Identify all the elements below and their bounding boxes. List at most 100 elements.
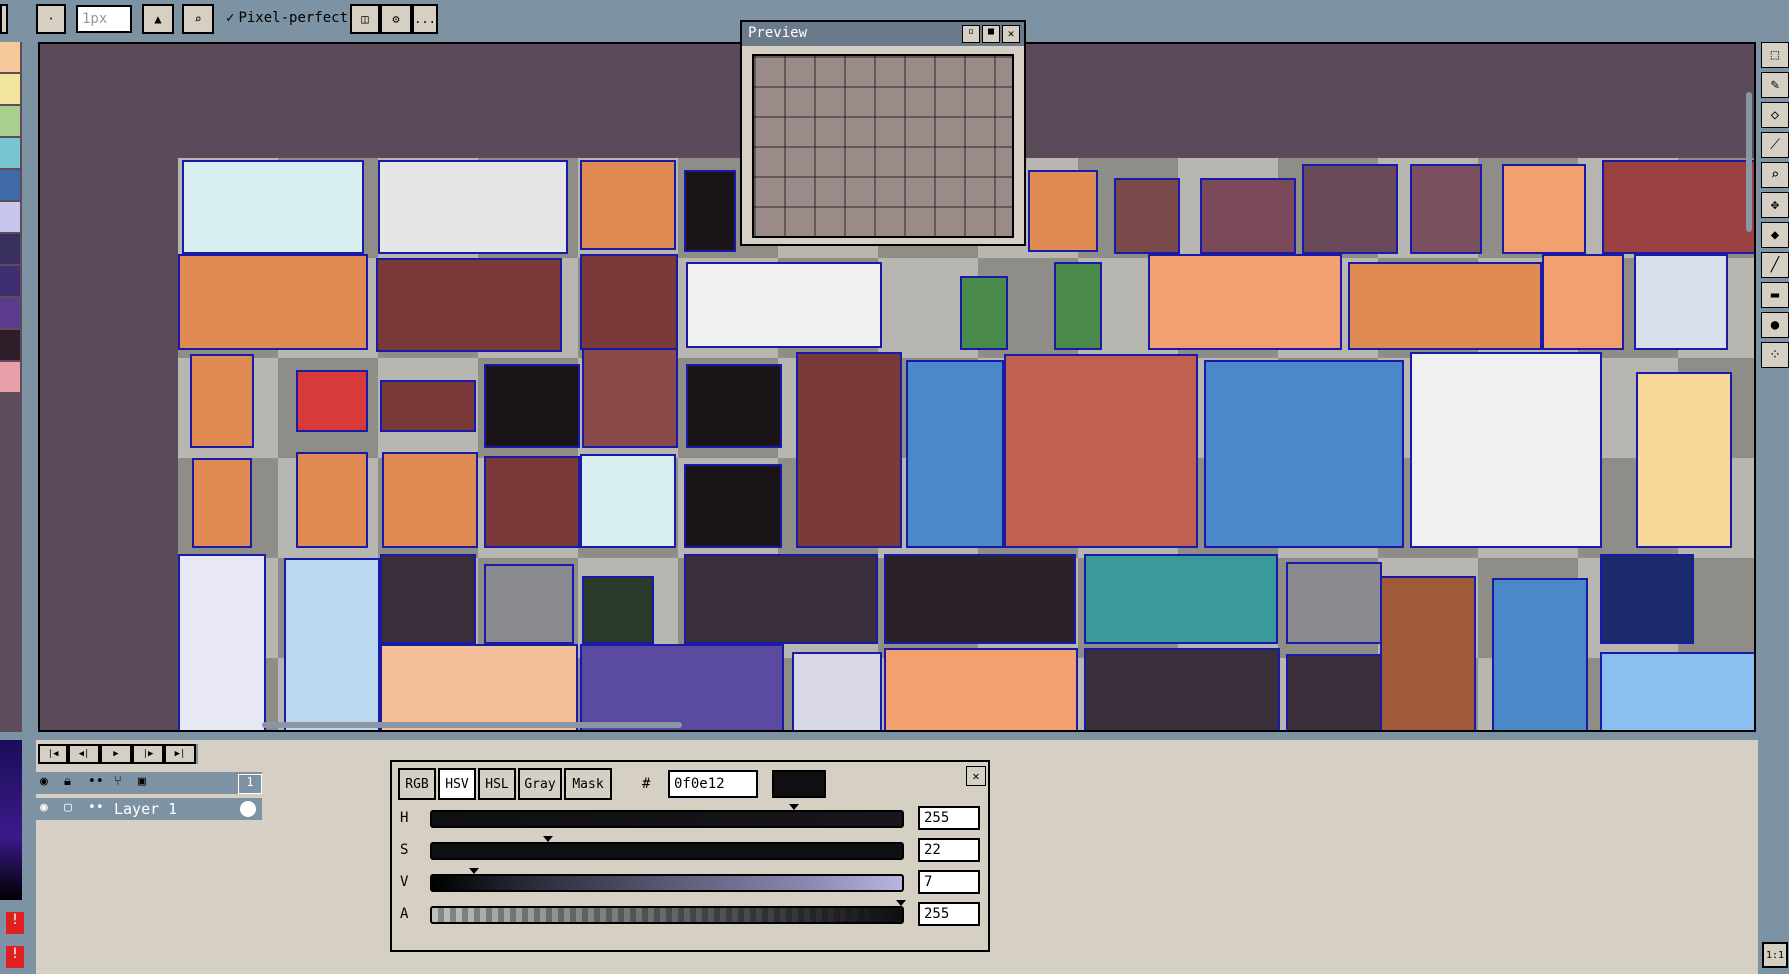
- symmetry-button[interactable]: ◫: [350, 4, 380, 34]
- tab-rgb[interactable]: RGB: [398, 768, 436, 800]
- sprite-painting[interactable]: [884, 648, 1078, 730]
- options-button[interactable]: ⚙: [380, 4, 412, 34]
- layer-cel-icon[interactable]: [240, 801, 256, 817]
- slider-value-h[interactable]: 255: [918, 806, 980, 830]
- marquee-icon[interactable]: ⬚: [1761, 42, 1789, 68]
- pixel-perfect-toggle[interactable]: ✓ Pixel-perfect: [226, 10, 348, 26]
- layer-lock-icon[interactable]: ▢: [64, 800, 72, 815]
- brush-shape-button[interactable]: ▲: [142, 4, 174, 34]
- slider-h[interactable]: [430, 804, 904, 828]
- sprite-monitor[interactable]: [1600, 554, 1694, 644]
- tab-gray[interactable]: Gray: [518, 768, 562, 800]
- slider-a[interactable]: [430, 900, 906, 924]
- sprite-wardrobe[interactable]: [796, 352, 902, 548]
- rect-icon[interactable]: ▬: [1761, 282, 1789, 308]
- more-button[interactable]: ...: [412, 4, 438, 34]
- tree-icon[interactable]: ⑂: [114, 774, 122, 789]
- zoom-icon[interactable]: ⌕: [1761, 162, 1789, 188]
- sprite-dog-bed[interactable]: [1380, 576, 1476, 730]
- sprite-table[interactable]: [178, 254, 368, 350]
- restore-icon[interactable]: ▫: [962, 25, 980, 43]
- sprite-tv-small[interactable]: [380, 554, 476, 644]
- palette-bottom-picker[interactable]: [0, 740, 22, 900]
- sprite-tv-wide[interactable]: [684, 554, 878, 644]
- fill-icon[interactable]: ◆: [1761, 222, 1789, 248]
- sprite-tv-bottom-2[interactable]: [1286, 654, 1382, 730]
- sprite-bathtub[interactable]: [378, 160, 568, 254]
- sprite-fireplace[interactable]: [1542, 254, 1624, 350]
- sprite-tv-wide-2[interactable]: [884, 554, 1076, 644]
- sprite-gray-box[interactable]: [684, 464, 782, 548]
- sprite-mirror[interactable]: [1634, 254, 1728, 350]
- sprite-aquarium[interactable]: [1600, 652, 1754, 730]
- sprite-tall-mirror[interactable]: [178, 554, 266, 730]
- layer-row[interactable]: ◉ ▢ •• Layer 1: [36, 798, 262, 820]
- palette-swatch[interactable]: [0, 362, 20, 392]
- sprite-fireplace-top[interactable]: [1502, 164, 1586, 254]
- line-icon[interactable]: ╱: [1761, 252, 1789, 278]
- sidebar-toggle-button[interactable]: [0, 4, 8, 34]
- sprite-counter-2[interactable]: [1028, 170, 1098, 252]
- sprite-suitcase[interactable]: [1302, 164, 1398, 254]
- palette-swatch[interactable]: [0, 202, 20, 232]
- sprite-mattress[interactable]: [182, 160, 364, 254]
- sprite-trash[interactable]: [1114, 178, 1180, 254]
- current-color-swatch[interactable]: [772, 770, 826, 798]
- sprite-night-stand[interactable]: [484, 364, 580, 448]
- slider-thumb[interactable]: [896, 900, 906, 906]
- slider-value-a[interactable]: 255: [918, 902, 980, 926]
- slider-thumb[interactable]: [469, 868, 480, 874]
- sprite-microwave[interactable]: [1286, 562, 1382, 644]
- sprite-suitcase-2[interactable]: [1410, 164, 1482, 254]
- palette-swatch[interactable]: [0, 266, 20, 296]
- sprite-plant[interactable]: [960, 276, 1008, 350]
- close-icon[interactable]: ✕: [966, 766, 986, 786]
- sprite-sofa[interactable]: [380, 644, 578, 730]
- layer-name[interactable]: Layer 1: [114, 800, 177, 818]
- sprite-dark-bed[interactable]: [1410, 352, 1602, 548]
- sprite-red-stool[interactable]: [296, 370, 368, 432]
- vertical-scrollbar[interactable]: [1746, 92, 1752, 232]
- sprite-shelf-board[interactable]: [1602, 160, 1754, 254]
- sprite-dresser[interactable]: [192, 458, 252, 548]
- lock-icon[interactable]: 🔒︎: [64, 774, 71, 789]
- brush-size-input[interactable]: 1px: [76, 5, 132, 33]
- prev-frame-button[interactable]: ◀|: [68, 744, 100, 764]
- move-icon[interactable]: ✥: [1761, 192, 1789, 218]
- sprite-sofa-purple[interactable]: [580, 644, 784, 730]
- eye-icon[interactable]: ◉: [40, 774, 48, 789]
- sprite-sink[interactable]: [580, 160, 676, 250]
- sprite-tv-bottom[interactable]: [1084, 648, 1280, 730]
- link-icon[interactable]: ••: [88, 774, 104, 789]
- sprite-small-table[interactable]: [686, 364, 782, 448]
- slider-v[interactable]: [430, 868, 904, 892]
- palette-swatch[interactable]: [0, 138, 20, 168]
- tab-hsl[interactable]: HSL: [478, 768, 516, 800]
- play-button[interactable]: ▶: [100, 744, 132, 764]
- last-frame-button[interactable]: ▶|: [164, 744, 196, 764]
- sprite-bed-headboard[interactable]: [1148, 254, 1342, 350]
- warning-icon[interactable]: !: [6, 912, 24, 934]
- sprite-wood-cabinet-2[interactable]: [580, 254, 678, 350]
- sprite-cream-bed[interactable]: [1636, 372, 1732, 548]
- sprite-bed-blue[interactable]: [906, 360, 1004, 548]
- sprite-desk[interactable]: [1348, 262, 1542, 350]
- sprite-white-desk[interactable]: [686, 262, 882, 348]
- sprite-double-bed[interactable]: [1204, 360, 1404, 548]
- palette-swatch[interactable]: [0, 170, 20, 200]
- zoom-button[interactable]: ⌕: [182, 4, 214, 34]
- sprite-wood-cabinet[interactable]: [376, 258, 562, 352]
- slider-value-s[interactable]: 22: [918, 838, 980, 862]
- palette-swatch[interactable]: [0, 42, 20, 72]
- sprite-chair[interactable]: [190, 354, 254, 448]
- palette-swatch[interactable]: [0, 330, 20, 360]
- sprite-pillow[interactable]: [580, 454, 676, 548]
- sprite-blue-bed[interactable]: [1492, 578, 1588, 730]
- sprite-tv-gray[interactable]: [484, 564, 574, 644]
- slider-thumb[interactable]: [789, 804, 800, 810]
- horizontal-scrollbar[interactable]: [262, 722, 682, 728]
- sprite-bunk-bed[interactable]: [1004, 354, 1198, 548]
- sprite-counter[interactable]: [684, 170, 736, 252]
- palette-swatch[interactable]: [0, 106, 20, 136]
- warning-icon[interactable]: !: [6, 946, 24, 968]
